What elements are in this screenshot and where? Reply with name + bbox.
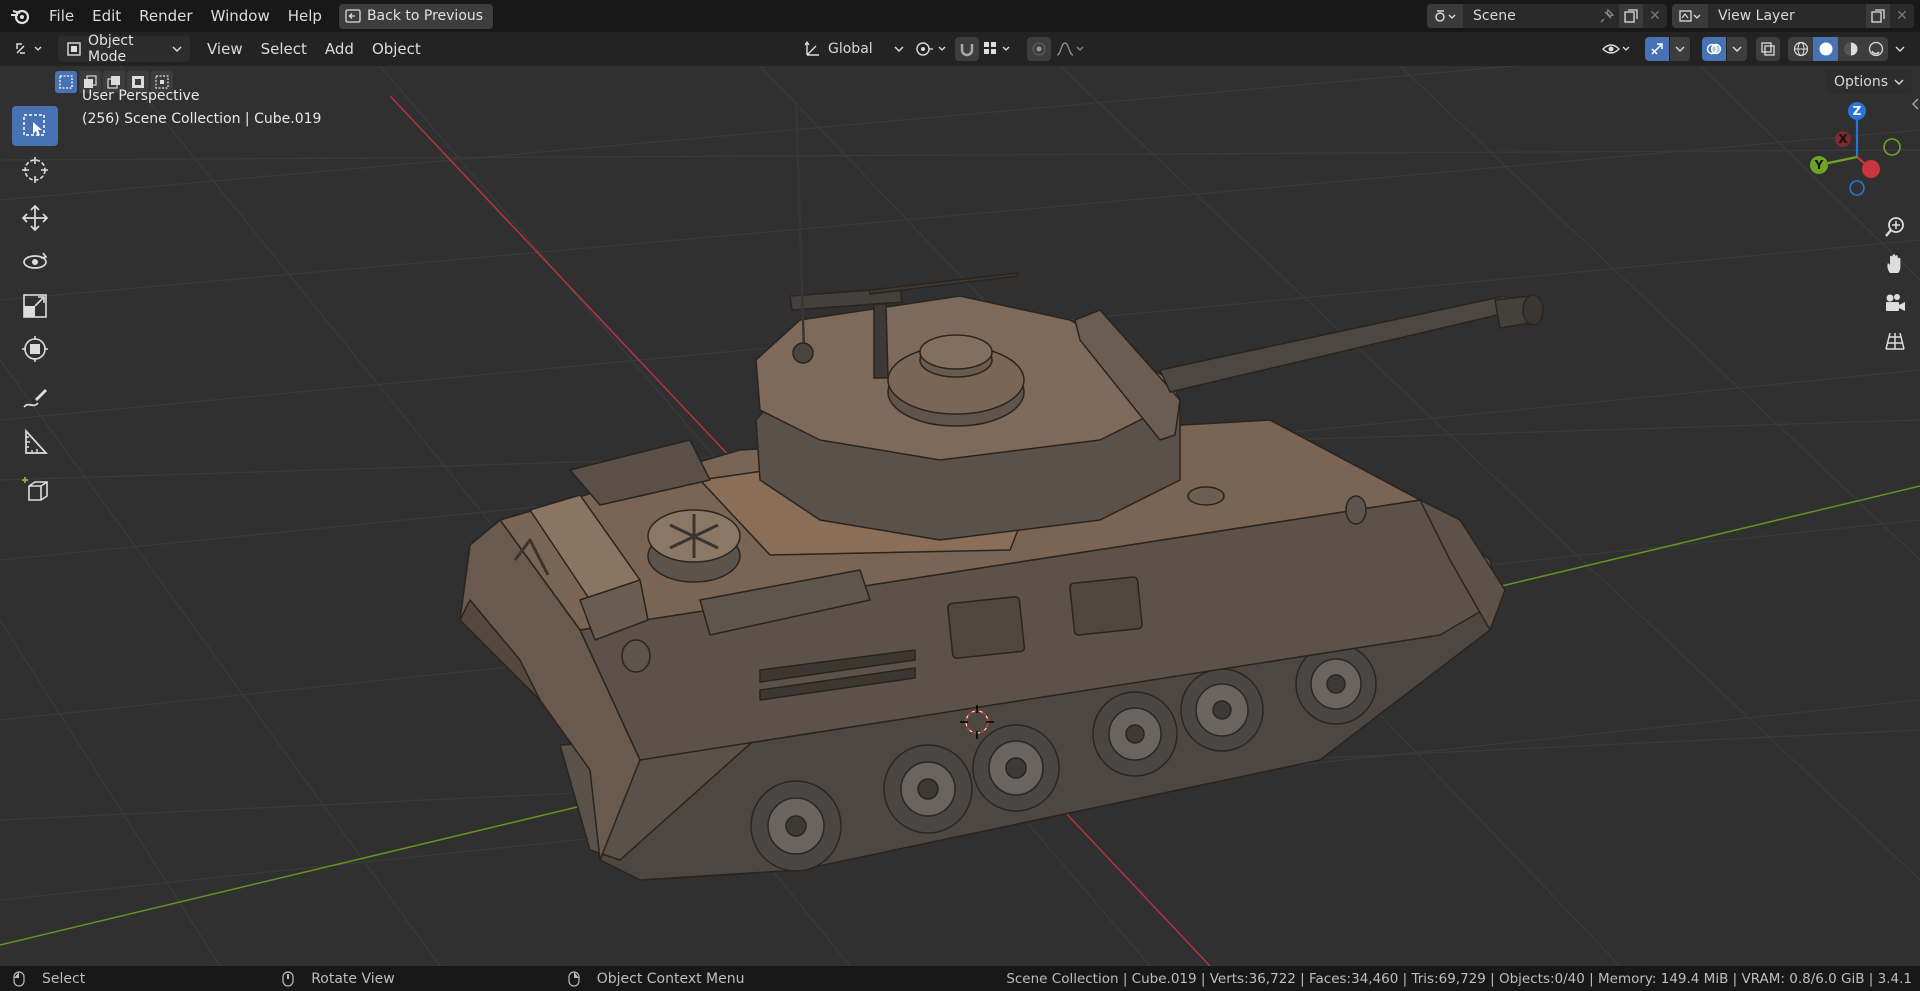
collection-info: (256) Scene Collection | Cube.019 xyxy=(82,111,322,127)
wireframe-shading-icon[interactable] xyxy=(1788,37,1813,61)
back-to-previous-button[interactable]: Back to Previous xyxy=(338,3,494,29)
scale-icon xyxy=(21,292,49,320)
menu-select[interactable]: Select xyxy=(252,40,316,58)
sidebar-toggle-arrow[interactable] xyxy=(1910,96,1920,110)
add-cube-tool[interactable] xyxy=(12,470,58,510)
view-name: User Perspective xyxy=(82,88,200,104)
object-mode-dropdown[interactable]: Object Mode xyxy=(58,33,190,65)
mouse-right-icon xyxy=(567,970,581,987)
falloff-dropdown[interactable] xyxy=(1053,37,1089,61)
transform-orientation-dropdown[interactable]: Global xyxy=(804,36,904,62)
delete-scene-icon[interactable]: ✕ xyxy=(1643,8,1667,24)
gizmo-x-label: X xyxy=(1838,132,1848,146)
camera-icon xyxy=(1884,292,1906,314)
transform-icon xyxy=(21,335,49,363)
rotate-tool[interactable] xyxy=(12,242,58,282)
shading-dropdown[interactable] xyxy=(1890,37,1910,61)
scale-tool[interactable] xyxy=(12,286,58,326)
scene-name[interactable]: Scene xyxy=(1473,8,1595,24)
scene-statistics: Scene Collection | Cube.019 | Verts:36,7… xyxy=(1006,970,1912,987)
orientation-icon xyxy=(804,40,822,58)
transform-tool[interactable] xyxy=(12,329,58,369)
scene-selector[interactable]: Scene ✕ xyxy=(1427,4,1667,28)
menu-add[interactable]: Add xyxy=(316,40,363,58)
chevron-down-icon xyxy=(172,45,182,53)
xray-toggle[interactable] xyxy=(1756,37,1780,61)
move-icon xyxy=(21,204,49,232)
hand-icon xyxy=(1884,253,1906,275)
perspective-toggle-button[interactable] xyxy=(1880,326,1910,356)
camera-view-button[interactable] xyxy=(1880,288,1910,318)
navigation-gizmo[interactable]: Z Y X xyxy=(1800,90,1910,200)
view-layer-icon[interactable] xyxy=(1672,4,1708,28)
hint-rotate-view: Rotate View xyxy=(311,970,395,987)
view-layer-name[interactable]: View Layer xyxy=(1718,8,1866,24)
grid-icon xyxy=(1884,330,1906,352)
visibility-dropdown[interactable] xyxy=(1600,36,1634,62)
viewport-scene xyxy=(0,66,1920,966)
cursor-icon xyxy=(21,156,49,184)
3d-viewport[interactable]: User Perspective (256) Scene Collection … xyxy=(0,66,1920,966)
blender-logo-icon[interactable] xyxy=(0,0,40,32)
cursor-tool[interactable] xyxy=(12,150,58,190)
gizmo-y-label: Y xyxy=(1814,158,1824,172)
chevron-down-icon xyxy=(1894,78,1904,86)
measure-tool[interactable] xyxy=(12,422,58,462)
new-view-layer-icon[interactable] xyxy=(1866,4,1890,28)
snap-target-dropdown[interactable] xyxy=(981,37,1017,61)
new-scene-icon[interactable] xyxy=(1619,4,1643,28)
back-icon xyxy=(345,9,361,23)
pivot-point-dropdown[interactable] xyxy=(913,36,951,62)
hint-object-context-menu: Object Context Menu xyxy=(596,970,745,987)
menu-window[interactable]: Window xyxy=(202,0,279,32)
annotate-icon xyxy=(21,385,49,413)
select-box-tool[interactable] xyxy=(12,106,58,146)
measure-icon xyxy=(21,428,49,456)
overlays-toggle[interactable] xyxy=(1702,37,1726,61)
select-box-icon xyxy=(22,113,48,139)
menu-view[interactable]: View xyxy=(198,40,252,58)
gizmo-z-label: Z xyxy=(1853,104,1862,118)
delete-view-layer-icon[interactable]: ✕ xyxy=(1890,8,1914,24)
menu-object[interactable]: Object xyxy=(363,40,430,58)
view-layer-selector[interactable]: View Layer ✕ xyxy=(1672,4,1914,28)
editor-type-dropdown[interactable] xyxy=(8,36,52,62)
top-menu-bar: File Edit Render Window Help Back to Pre… xyxy=(0,0,1920,32)
annotate-tool[interactable] xyxy=(12,379,58,419)
rendered-shading-icon[interactable] xyxy=(1863,37,1888,61)
select-new-icon[interactable] xyxy=(55,71,77,93)
menu-edit[interactable]: Edit xyxy=(83,0,130,32)
pan-button[interactable] xyxy=(1880,249,1910,279)
gizmo-dropdown[interactable] xyxy=(1670,37,1690,61)
proportional-editing-toggle[interactable] xyxy=(1027,37,1051,61)
solid-shading-icon[interactable] xyxy=(1813,37,1838,61)
pin-icon[interactable] xyxy=(1595,9,1619,23)
options-label: Options xyxy=(1833,74,1889,90)
menu-render[interactable]: Render xyxy=(130,0,201,32)
viewport-header: Object Mode View Select Add Object Globa… xyxy=(0,32,1920,66)
overlays-dropdown[interactable] xyxy=(1727,37,1747,61)
object-mode-icon xyxy=(66,41,82,57)
rotate-icon xyxy=(21,248,49,276)
mouse-left-icon xyxy=(12,970,26,987)
move-tool[interactable] xyxy=(12,198,58,238)
mouse-middle-icon xyxy=(281,970,295,987)
tank-model xyxy=(459,101,1544,881)
add-cube-icon xyxy=(21,476,49,504)
zoom-icon xyxy=(1884,216,1906,238)
menu-help[interactable]: Help xyxy=(279,0,331,32)
chevron-down-icon xyxy=(894,45,904,53)
shading-mode-group xyxy=(1788,37,1888,61)
menu-file[interactable]: File xyxy=(40,0,83,32)
hint-select: Select xyxy=(42,970,86,987)
snap-toggle[interactable] xyxy=(955,37,979,61)
material-shading-icon[interactable] xyxy=(1838,37,1863,61)
object-mode-label: Object Mode xyxy=(88,33,134,65)
orientation-label: Global xyxy=(828,41,873,57)
back-to-previous-label: Back to Previous xyxy=(366,8,484,24)
scene-icon[interactable] xyxy=(1427,4,1463,28)
status-bar: Select Rotate View Object Context Menu S… xyxy=(0,966,1920,991)
gizmo-toggle[interactable] xyxy=(1645,37,1669,61)
zoom-button[interactable] xyxy=(1880,212,1910,242)
